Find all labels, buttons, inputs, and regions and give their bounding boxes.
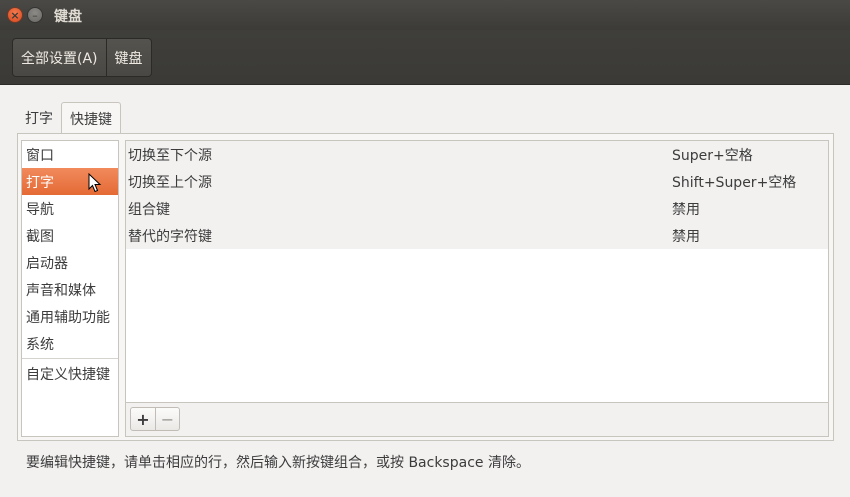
tab-bar: 打字 快捷键 [17, 102, 121, 134]
breadcrumb: 全部设置(A) 键盘 [12, 38, 152, 77]
help-text: 要编辑快捷键，请单击相应的行，然后输入新按键组合，或按 Backspace 清除… [26, 455, 530, 471]
shortcut-row[interactable]: 切换至下个源 Super+空格 [126, 141, 828, 168]
breadcrumb-all-settings[interactable]: 全部设置(A) [13, 39, 106, 76]
category-item-sound-media[interactable]: 声音和媒体 [22, 276, 118, 303]
category-item-custom-shortcuts[interactable]: 自定义快捷键 [22, 360, 118, 387]
shortcut-key: 禁用 [672, 201, 700, 218]
tab-shortcuts[interactable]: 快捷键 [61, 102, 121, 134]
remove-shortcut-button[interactable]: − [155, 408, 179, 430]
close-icon[interactable]: × [7, 7, 23, 23]
category-item-navigation[interactable]: 导航 [22, 195, 118, 222]
category-item-typing[interactable]: 打字 [22, 168, 118, 195]
shortcut-list: 切换至下个源 Super+空格 切换至上个源 Shift+Super+空格 组合… [125, 140, 829, 403]
window-title: 键盘 [54, 9, 82, 25]
shortcut-name: 切换至下个源 [128, 147, 212, 164]
shortcut-key: Super+空格 [672, 147, 753, 164]
shortcut-row[interactable]: 替代的字符键 禁用 [126, 222, 828, 249]
window-titlebar: × – 键盘 [0, 0, 850, 30]
shortcut-name: 组合键 [128, 201, 170, 218]
shortcut-row[interactable]: 组合键 禁用 [126, 195, 828, 222]
mouse-pointer-icon [88, 173, 102, 193]
add-remove-buttons: + − [130, 407, 180, 431]
add-shortcut-button[interactable]: + [131, 408, 155, 430]
shortcut-name: 替代的字符键 [128, 228, 212, 245]
category-item-accessibility[interactable]: 通用辅助功能 [22, 303, 118, 330]
shortcut-key: 禁用 [672, 228, 700, 245]
category-item-window[interactable]: 窗口 [22, 141, 118, 168]
toolbar: 全部设置(A) 键盘 [0, 30, 850, 85]
category-item-launchers[interactable]: 启动器 [22, 249, 118, 276]
shortcut-name: 切换至上个源 [128, 174, 212, 191]
shortcut-key: Shift+Super+空格 [672, 174, 797, 191]
minimize-icon[interactable]: – [27, 7, 43, 23]
category-item-screenshots[interactable]: 截图 [22, 222, 118, 249]
breadcrumb-keyboard[interactable]: 键盘 [105, 39, 151, 76]
category-list: 窗口 打字 导航 截图 启动器 声音和媒体 通用辅助功能 系统 自定义快捷键 [21, 140, 119, 437]
category-item-system[interactable]: 系统 [22, 330, 118, 357]
shortcut-row[interactable]: 切换至上个源 Shift+Super+空格 [126, 168, 828, 195]
tab-typing[interactable]: 打字 [17, 102, 61, 134]
shortcut-toolbar: + − [125, 403, 829, 437]
category-divider [22, 358, 118, 359]
